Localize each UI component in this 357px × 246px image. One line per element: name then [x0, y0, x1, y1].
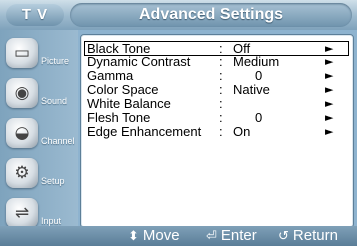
channel-icon: ◒	[6, 118, 38, 148]
sidebar-item-setup[interactable]: ⚙ Setup	[3, 156, 78, 192]
setting-label: Flesh Tone	[87, 110, 151, 125]
setting-colon: :	[219, 124, 223, 139]
picture-icon: ▭	[6, 38, 38, 68]
return-icon: ↺	[278, 229, 289, 244]
setting-row-edge-enhancement[interactable]: Edge Enhancement : On ►	[85, 125, 347, 139]
setting-label: Dynamic Contrast	[87, 54, 191, 69]
sidebar-item-label: Setup	[41, 176, 65, 186]
setting-row-color-space[interactable]: Color Space : Native ►	[85, 83, 347, 97]
arrow-right-icon: ►	[325, 125, 334, 138]
setting-colon: :	[219, 68, 223, 83]
setting-label: Edge Enhancement	[87, 124, 202, 139]
setting-row-flesh-tone[interactable]: Flesh Tone : 0 ►	[85, 111, 347, 125]
arrow-right-icon: ►	[325, 97, 334, 110]
return-label: Return	[292, 227, 338, 244]
sidebar-item-channel[interactable]: ◒ Channel	[3, 116, 78, 152]
page-title: Advanced Settings	[138, 6, 284, 23]
setting-value: 0	[255, 110, 263, 125]
sidebar-item-sound[interactable]: ◉ Sound	[3, 76, 78, 112]
setting-label: Gamma	[87, 68, 134, 83]
sidebar: ▭ Picture ◉ Sound ◒ Channel ⚙ Setup ⇌ In…	[0, 30, 78, 230]
arrow-right-icon: ►	[325, 69, 334, 82]
setting-value: Native	[233, 82, 270, 97]
move-hint: ⬍ Move	[128, 227, 180, 245]
setting-colon: :	[219, 54, 223, 69]
sidebar-item-picture[interactable]: ▭ Picture	[3, 36, 78, 72]
header-bar: T V Advanced Settings	[0, 0, 357, 30]
setting-value: On	[233, 124, 251, 139]
tv-menu-screen: T V Advanced Settings ▭ Picture ◉ Sound …	[0, 0, 357, 246]
sidebar-item-label: Input	[41, 216, 62, 226]
setting-label: Color Space	[87, 82, 159, 97]
up-down-arrows-icon: ⬍	[128, 229, 139, 244]
setting-value: Medium	[233, 54, 280, 69]
title-pill: Advanced Settings	[70, 3, 352, 27]
setting-row-white-balance[interactable]: White Balance : ►	[85, 97, 347, 111]
setting-row-dynamic-contrast[interactable]: Dynamic Contrast : Medium ►	[85, 55, 347, 69]
setting-label: White Balance	[87, 96, 171, 111]
input-icon: ⇌	[6, 198, 38, 228]
setting-colon: :	[219, 110, 223, 125]
return-hint: ↺ Return	[278, 227, 338, 245]
sound-icon: ◉	[6, 78, 38, 108]
setting-row-gamma[interactable]: Gamma : 0 ►	[85, 69, 347, 83]
settings-panel: Black Tone : Off ► Dynamic Contrast : Me…	[80, 34, 354, 228]
sidebar-item-label: Picture	[41, 56, 70, 66]
setting-value: 0	[255, 68, 263, 83]
setup-icon: ⚙	[6, 158, 38, 188]
arrow-right-icon: ►	[325, 42, 334, 55]
arrow-right-icon: ►	[325, 111, 334, 124]
sidebar-item-label: Sound	[41, 96, 68, 106]
setting-colon: :	[219, 82, 223, 97]
enter-label: Enter	[220, 227, 257, 244]
arrow-right-icon: ►	[325, 55, 334, 68]
tv-label: T V	[6, 4, 64, 26]
sidebar-item-label: Channel	[41, 136, 75, 146]
enter-icon: ⏎	[206, 229, 217, 244]
setting-colon: :	[219, 96, 223, 111]
arrow-right-icon: ►	[325, 83, 334, 96]
enter-hint: ⏎ Enter	[206, 227, 257, 245]
move-label: Move	[142, 227, 180, 244]
footer-bar: ⬍ Move ⏎ Enter ↺ Return	[0, 226, 357, 246]
